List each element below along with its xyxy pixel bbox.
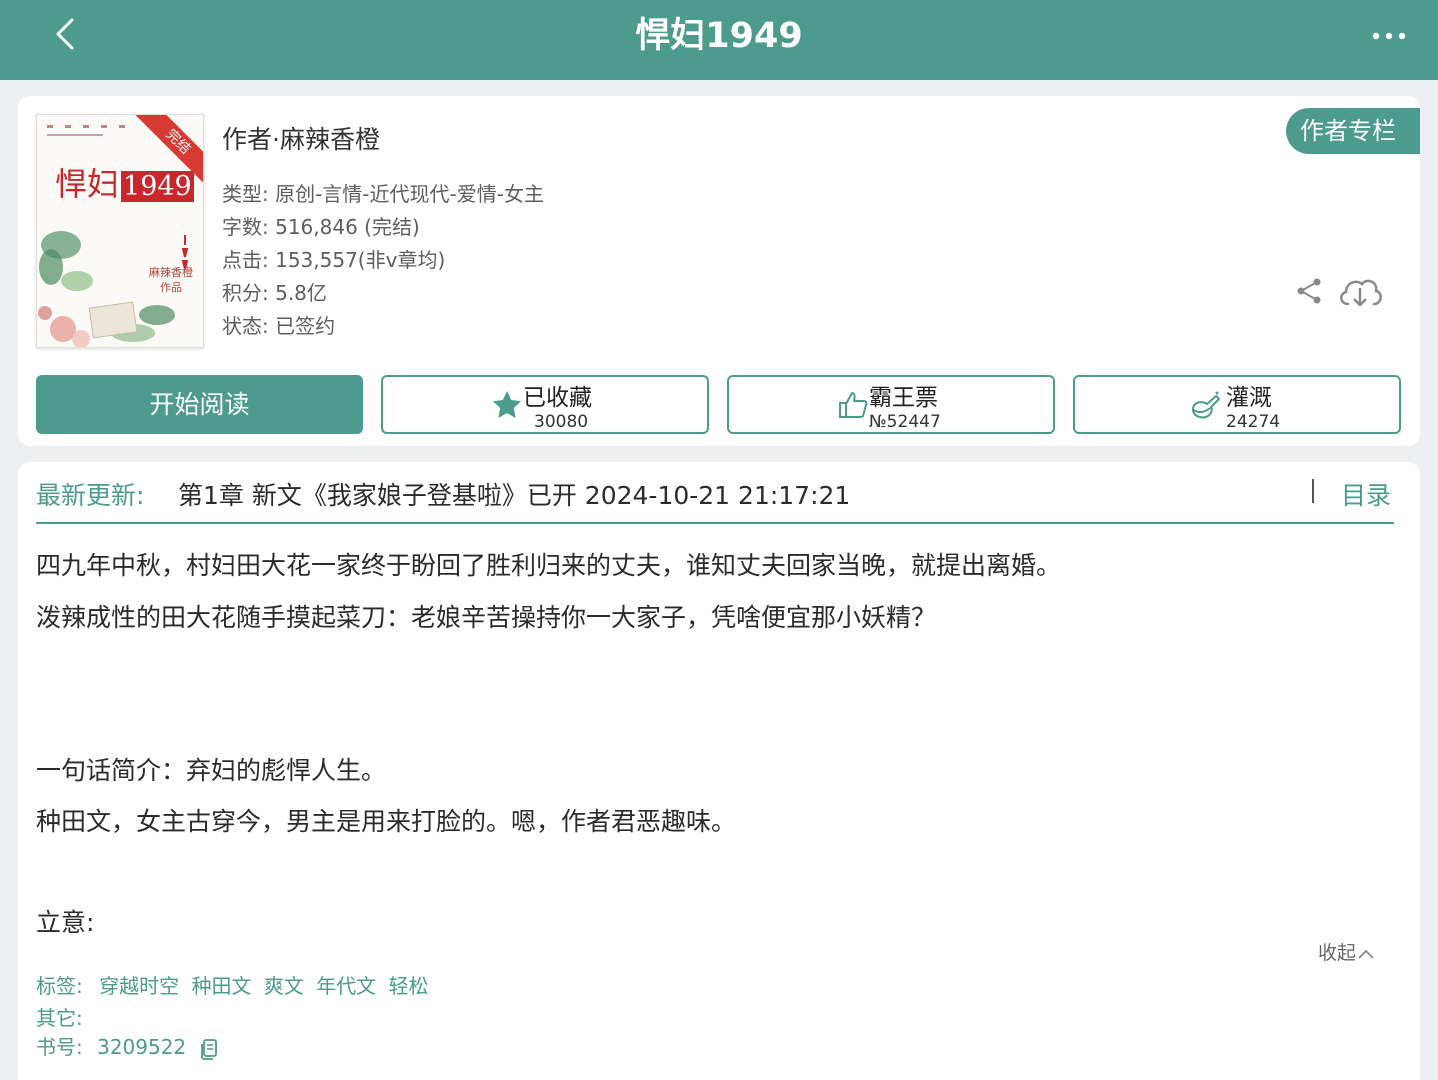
meta-score: 积分: 5.8亿 xyxy=(222,281,327,305)
more-dots-icon xyxy=(1372,32,1406,40)
favorite-count: 30080 xyxy=(534,412,589,432)
tag-item[interactable]: 种田文 xyxy=(191,974,251,998)
favorite-button[interactable]: 已收藏 30080 xyxy=(381,375,709,434)
share-icon[interactable] xyxy=(1294,276,1324,306)
cloud-download-icon[interactable] xyxy=(1336,274,1384,310)
thumbs-up-icon xyxy=(839,392,868,418)
description-paragraph: 种田文，女主古穿今，男主是用来打脸的。嗯，作者君恶趣味。 xyxy=(36,807,737,836)
nutrient-bottle-icon xyxy=(1192,391,1220,419)
cover-header-decoration xyxy=(47,125,125,136)
book-cover[interactable]: 悍妇 1949 麻辣香橙 作品 完结 xyxy=(36,114,204,348)
cover-title-text: 悍妇 xyxy=(55,165,120,203)
cover-author-suffix: 作品 xyxy=(160,281,182,294)
table-of-contents-link[interactable]: 目录 xyxy=(1341,476,1391,512)
tags-row: 标签: 穿越时空 种田文 爽文 年代文 轻松 xyxy=(36,970,435,999)
irrigate-label: 灌溉 xyxy=(1226,385,1272,411)
cover-author-name: 麻辣香橙 xyxy=(149,266,193,279)
tag-item[interactable]: 年代文 xyxy=(316,974,376,998)
page-title: 悍妇1949 xyxy=(635,16,803,56)
description-paragraph: 四九年中秋，村妇田大花一家终于盼回了胜利归来的丈夫，谁知丈夫回家当晚，就提出离婚… xyxy=(36,551,1062,580)
book-description-card: 最新更新: 第1章 新文《我家娘子登基啦》已开 2024-10-21 21:17… xyxy=(18,462,1420,1080)
meta-status: 状态: 已签约 xyxy=(222,314,336,338)
tag-item[interactable]: 轻松 xyxy=(389,974,429,998)
latest-update-chapter[interactable]: 第1章 新文《我家娘子登基啦》已开 2024-10-21 21:17:21 xyxy=(178,476,850,512)
latest-update-row: 最新更新: 第1章 新文《我家娘子登基啦》已开 2024-10-21 21:17… xyxy=(36,476,1394,512)
meta-word-count: 字数: 516,846 (完结) xyxy=(222,215,420,239)
cover-title-number: 1949 xyxy=(121,171,194,202)
meta-clicks: 点击: 153,557(非v章均) xyxy=(222,248,446,272)
cover-title: 悍妇 1949 xyxy=(55,159,194,205)
book-id-value: 3209522 xyxy=(97,1035,187,1059)
book-id-label: 书号: xyxy=(36,1035,83,1059)
chevron-up-icon xyxy=(1358,949,1374,959)
book-id-row: 书号: 3209522 xyxy=(36,1031,219,1060)
latest-update-label: 最新更新: xyxy=(36,481,145,510)
update-separator xyxy=(1312,479,1314,503)
star-icon xyxy=(493,391,521,418)
bawang-count: №52447 xyxy=(869,412,941,432)
collapse-label: 收起 xyxy=(1318,942,1357,964)
irrigate-button[interactable]: 灌溉 24274 xyxy=(1073,375,1401,434)
description-paragraph: 泼辣成性的田大花随手摸起菜刀：老娘辛苦操持你一大家子，凭啥便宜那小妖精？ xyxy=(36,603,937,632)
copy-icon[interactable] xyxy=(199,1038,219,1060)
bawang-vote-button[interactable]: 霸王票 №52447 xyxy=(727,375,1055,434)
book-info-card: 悍妇 1949 麻辣香橙 作品 完结 作者·麻辣香橙 类型: 原创-言情-近代现代… xyxy=(18,96,1420,446)
one-line-summary: 一句话简介：弃妇的彪悍人生。 xyxy=(36,756,387,785)
more-button[interactable] xyxy=(1366,24,1412,48)
author-name[interactable]: 作者·麻辣香橙 xyxy=(222,120,380,156)
book-meta: 类型: 原创-言情-近代现代-爱情-女主 字数: 516,846 (完结) 点击… xyxy=(222,180,544,345)
cover-author: 麻辣香橙 作品 xyxy=(147,265,195,295)
bawang-label: 霸王票 xyxy=(869,385,938,411)
author-column-button[interactable]: 作者专栏 xyxy=(1286,108,1420,154)
meta-genre: 类型: 原创-言情-近代现代-爱情-女主 xyxy=(222,182,544,206)
theme-label: 立意: xyxy=(36,908,95,937)
update-divider xyxy=(36,522,1394,524)
irrigate-count: 24274 xyxy=(1226,412,1281,432)
other-label: 其它: xyxy=(36,1006,83,1030)
other-row: 其它: xyxy=(36,1002,83,1031)
tag-item[interactable]: 穿越时空 xyxy=(99,974,179,998)
top-bar: 悍妇1949 xyxy=(0,0,1438,80)
tag-item[interactable]: 爽文 xyxy=(264,974,304,998)
favorite-label: 已收藏 xyxy=(523,385,592,411)
tags-label: 标签: xyxy=(36,974,83,998)
start-reading-button[interactable]: 开始阅读 xyxy=(36,375,363,434)
collapse-button[interactable]: 收起 xyxy=(1318,938,1376,965)
